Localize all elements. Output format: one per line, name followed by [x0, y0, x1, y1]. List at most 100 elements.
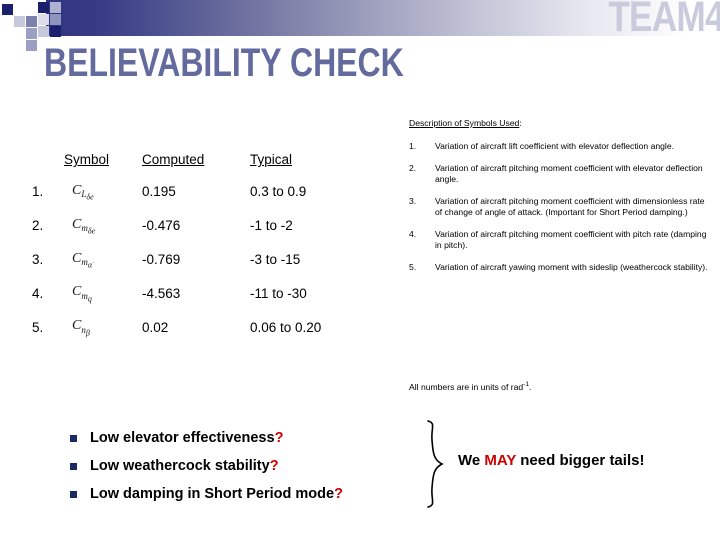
conclusion-suffix: need bigger tails! [516, 452, 645, 469]
page-title: BELIEVABILITY CHECK [44, 41, 404, 85]
symbol-base: C [72, 250, 82, 266]
list-item-question-mark: ? [334, 486, 343, 502]
list-item-text: Low elevator effectiveness? [90, 430, 283, 446]
symbol-subscript: Lδe [81, 189, 94, 202]
list-item-label: Low weathercock stability [90, 458, 270, 474]
description-item-number: 2. [409, 163, 417, 173]
cell-symbol: Cmq [64, 276, 142, 310]
cell-typical: 0.3 to 0.9 [250, 184, 307, 200]
symbol-subscript: mα̇ [81, 257, 92, 269]
coefficients-table-wrapper: Symbol Computed Typical 1. CLδe 0.195 0.3 t… [32, 152, 382, 344]
symbol-subscript-secondary: δe [86, 192, 94, 202]
description-item-number: 1. [409, 141, 417, 151]
header-square-4 [14, 4, 25, 15]
description-item: 4. Variation of aircraft pitching moment … [409, 229, 709, 251]
cell-typical: 0.06 to 0.20 [250, 319, 322, 335]
list-item-text: Low weathercock stability? [90, 458, 279, 474]
header-square-8 [50, 14, 61, 25]
conclusion-emphasis: MAY [484, 452, 517, 469]
list-item: Low weathercock stability? [70, 452, 420, 480]
cell-index: 1. [32, 184, 44, 200]
grouping-brace-svg [427, 420, 444, 508]
table-row: 5. Cnβ 0.02 0.06 to 0.20 [32, 310, 380, 344]
coefficient-symbol: Cmα̇ [64, 251, 92, 270]
header-square-5 [38, 2, 49, 13]
column-header-symbol: Symbol [64, 152, 142, 175]
cell-index: 3. [32, 251, 44, 267]
symbol-base: C [72, 216, 82, 232]
symbol-base: C [72, 318, 82, 334]
description-item-text: Variation of aircraft lift coefficient w… [435, 141, 675, 151]
description-item-text: Variation of aircraft pitching moment co… [435, 196, 705, 217]
symbol-subscript-secondary: β [85, 327, 90, 337]
symbol-descriptions-title-underlined: Description of Symbols Used [409, 118, 520, 128]
cell-symbol: CLδe [64, 175, 142, 209]
cell-index: 4. [32, 285, 44, 301]
symbol-subscript: mq [81, 291, 92, 303]
cell-computed: 0.02 [142, 319, 169, 335]
description-item-text: Variation of aircraft pitching moment co… [435, 229, 707, 250]
table-row: 4. Cmq -4.563 -11 to -30 [32, 276, 380, 310]
table-head: Symbol Computed Typical [32, 152, 380, 175]
description-item: 3. Variation of aircraft pitching moment … [409, 196, 709, 218]
column-header-computed: Computed [142, 152, 250, 175]
units-note: All numbers are in units of rad-1. [409, 381, 531, 392]
header-square-11 [26, 40, 37, 51]
units-note-suffix: . [528, 381, 532, 392]
table-header-row: Symbol Computed Typical [32, 152, 380, 175]
observations-bullet-list: Low elevator effectiveness? Low weatherco… [70, 424, 420, 508]
header-square-0 [2, 4, 13, 15]
header-square-9 [50, 26, 61, 37]
description-item-text: Variation of aircraft yawing moment with… [435, 262, 708, 272]
cell-computed: -4.563 [142, 285, 181, 301]
description-item-text: Variation of aircraft pitching moment co… [435, 163, 703, 184]
list-item-question-mark: ? [269, 458, 279, 474]
list-item: Low damping in Short Period mode? [70, 480, 420, 508]
cell-symbol: Cmα̇ [64, 243, 142, 277]
bullet-square-icon [70, 462, 90, 470]
description-item: 1. Variation of aircraft lift coefficient… [409, 141, 709, 152]
column-header-computed-label: Computed [142, 152, 205, 167]
header-square-1 [14, 16, 25, 27]
symbol-subscript: nβ [81, 325, 90, 337]
symbol-descriptions-list: 1. Variation of aircraft lift coefficient… [409, 141, 709, 273]
column-header-index [32, 152, 64, 175]
coefficient-symbol: Cnβ [64, 318, 90, 337]
symbol-descriptions-panel: Description of Symbols Used: 1. Variation… [409, 118, 709, 284]
symbol-base: C [72, 284, 82, 300]
header-square-2 [26, 16, 37, 27]
column-header-typical: Typical [250, 152, 380, 175]
list-item-label: Low damping in Short Period mode [90, 486, 335, 502]
symbol-descriptions-title: Description of Symbols Used: [409, 118, 709, 129]
table-row: 2. Cmδe -0.476 -1 to -2 [32, 209, 380, 243]
units-note-prefix: All numbers are in units of rad [409, 381, 524, 392]
description-item: 5. Variation of aircraft yawing moment wi… [409, 262, 709, 273]
symbol-subscript-secondary: δe [87, 226, 96, 236]
cell-computed: -0.476 [142, 218, 181, 234]
header-square-10 [38, 26, 49, 37]
list-item-text: Low damping in Short Period mode? [90, 486, 343, 502]
cell-symbol: Cmδe [64, 209, 142, 243]
bullet-square-icon [70, 490, 90, 498]
bullet-square-glyph [70, 434, 77, 442]
coefficients-table: Symbol Computed Typical 1. CLδe 0.195 0.3 t… [32, 152, 380, 344]
list-item-question-mark: ? [274, 430, 284, 446]
list-item: Low elevator effectiveness? [70, 424, 420, 452]
table-body: 1. CLδe 0.195 0.3 to 0.9 2. Cmδe -0.476 -1 to -… [32, 175, 380, 344]
symbol-base: C [72, 183, 82, 198]
conclusion-text: We MAY need bigger tails! [458, 452, 644, 469]
column-header-symbol-label: Symbol [64, 152, 110, 167]
coefficient-symbol: CLδe [64, 183, 94, 202]
header-square-3 [26, 28, 37, 39]
conclusion-prefix: We [458, 452, 485, 469]
coefficient-symbol: Cmq [64, 284, 92, 303]
coefficient-symbol: Cmδe [64, 217, 95, 236]
bullet-square-glyph [70, 462, 77, 470]
bullet-square-glyph [70, 490, 77, 498]
symbol-descriptions-title-colon: : [519, 118, 522, 128]
list-item-label: Low elevator effectiveness [90, 430, 275, 446]
description-item-number: 4. [409, 229, 417, 239]
table-row: 3. Cmα̇ -0.769 -3 to -15 [32, 243, 380, 277]
grouping-brace [424, 418, 450, 510]
table-row: 1. CLδe 0.195 0.3 to 0.9 [32, 175, 380, 209]
